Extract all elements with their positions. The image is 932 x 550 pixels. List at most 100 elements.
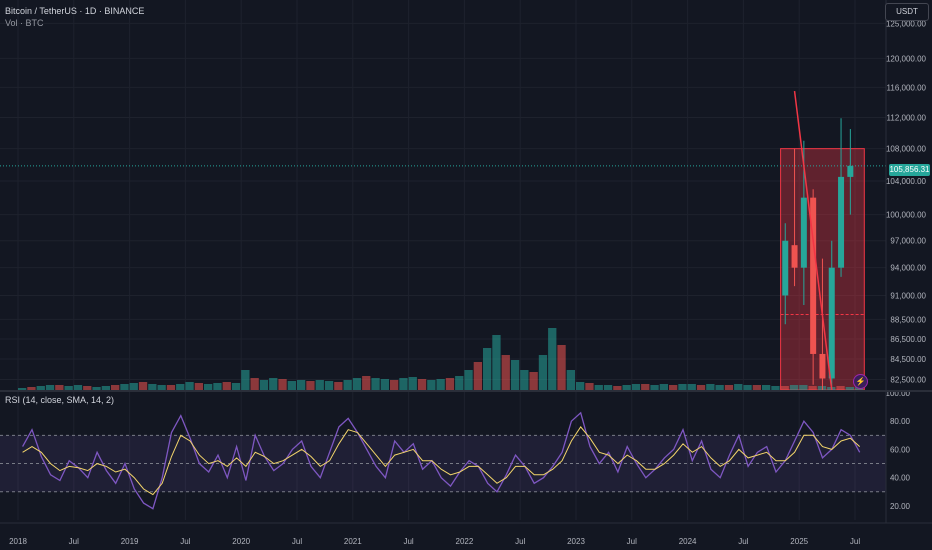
- x-tick-label: 2018: [9, 537, 27, 546]
- volume-bar: [789, 385, 799, 390]
- volume-bar: [836, 386, 845, 390]
- x-tick-label: Jul: [403, 537, 413, 546]
- volume-bar: [650, 385, 659, 390]
- volume-bar: [566, 370, 575, 390]
- x-tick-label: 2022: [456, 537, 474, 546]
- volume-bar: [743, 385, 752, 390]
- volume-bar: [213, 383, 222, 390]
- price-tick-label: 108,000.00: [886, 145, 927, 154]
- x-tick-label: 2020: [232, 537, 250, 546]
- rsi-tick-label: 40.00: [890, 474, 911, 483]
- volume-bar: [83, 386, 92, 390]
- volume-bar: [287, 381, 296, 390]
- volume-bar: [334, 382, 343, 390]
- volume-bar: [510, 360, 520, 390]
- volume-bar: [696, 385, 706, 390]
- volume-bar: [483, 348, 492, 390]
- volume-bar: [464, 370, 473, 390]
- x-tick-label: Jul: [850, 537, 860, 546]
- candle-body: [828, 267, 835, 379]
- volume-bar: [64, 386, 73, 390]
- symbol-title[interactable]: Bitcoin / TetherUS · 1D · BINANCE: [5, 5, 144, 17]
- volume-bar: [45, 385, 55, 390]
- price-candles: [0, 118, 886, 390]
- volume-bar: [371, 378, 380, 390]
- volume-bar: [55, 385, 64, 390]
- symbol-legend[interactable]: Bitcoin / TetherUS · 1D · BINANCE Vol · …: [5, 5, 144, 29]
- x-tick-label: Jul: [738, 537, 748, 546]
- rsi-pane: [0, 411, 886, 510]
- volume-bar: [641, 384, 650, 390]
- volume-bar: [148, 384, 157, 390]
- volume-bar: [734, 384, 743, 390]
- price-tick-label: 86,500.00: [890, 335, 926, 344]
- volume-bar: [390, 380, 399, 390]
- volume-bar: [715, 385, 724, 390]
- volume-bar: [492, 335, 501, 390]
- last-price-tag: 105,856.31: [889, 164, 930, 176]
- volume-bar: [129, 383, 138, 390]
- volume-bar: [306, 381, 315, 390]
- volume-legend[interactable]: Vol · BTC: [5, 17, 144, 29]
- volume-bar: [808, 386, 817, 390]
- volume-bar: [631, 384, 641, 390]
- volume-bar: [845, 387, 854, 390]
- price-tick-label: 97,000.00: [890, 237, 926, 246]
- volume-bar: [436, 379, 445, 390]
- candle-body: [819, 353, 826, 379]
- volume-bar: [706, 384, 715, 390]
- volume-bar: [380, 379, 389, 390]
- volume-bar: [520, 370, 529, 390]
- volume-bar: [557, 345, 566, 390]
- x-tick-label: Jul: [69, 537, 79, 546]
- volume-bar: [724, 385, 734, 390]
- volume-bar: [231, 383, 241, 390]
- volume-bar: [176, 384, 185, 390]
- volume-bar: [36, 386, 45, 390]
- volume-bar: [669, 385, 678, 390]
- volume-bar: [817, 386, 827, 390]
- volume-bar: [585, 383, 594, 390]
- volume-bar: [204, 384, 213, 390]
- x-tick-label: Jul: [180, 537, 190, 546]
- volume-bar: [780, 386, 789, 390]
- volume-bar: [250, 378, 259, 390]
- volume-bar: [445, 378, 455, 390]
- volume-bar: [603, 385, 613, 390]
- price-tick-label: 116,000.00: [887, 83, 927, 92]
- volume-bar: [501, 355, 510, 390]
- x-tick-label: 2023: [567, 537, 585, 546]
- volume-bar: [362, 376, 371, 390]
- price-tick-label: 104,000.00: [886, 177, 927, 186]
- price-tick-label: 91,000.00: [890, 291, 926, 300]
- price-tick-label: 112,000.00: [887, 113, 927, 122]
- volume-bar: [687, 384, 696, 390]
- rsi-tick-label: 60.00: [890, 445, 911, 454]
- volume-bar: [538, 355, 548, 390]
- volume-bar: [455, 376, 464, 390]
- x-tick-label: 2019: [121, 537, 139, 546]
- volume-bar: [101, 386, 110, 390]
- volume-bar: [259, 380, 269, 390]
- rsi-legend[interactable]: RSI (14, close, SMA, 14, 2): [5, 395, 114, 405]
- volume-bar: [659, 384, 668, 390]
- currency-button[interactable]: USDT: [885, 3, 929, 21]
- volume-bar: [222, 382, 231, 390]
- volume-bar: [324, 381, 334, 390]
- volume-bar: [194, 383, 203, 390]
- price-tick-label: 100,000.00: [886, 211, 927, 220]
- volume-bar: [622, 385, 631, 390]
- price-tick-label: 120,000.00: [886, 54, 927, 63]
- volume-bar: [92, 387, 101, 390]
- x-tick-label: Jul: [515, 537, 525, 546]
- flash-icon[interactable]: ⚡: [853, 374, 868, 389]
- candle-body: [847, 165, 854, 177]
- volume-bar: [157, 385, 166, 390]
- chart-canvas[interactable]: 2018 Jul 2019 Jul 2020 Jul 2021 Jul 2022 Jul 2023 J…: [0, 0, 932, 550]
- volume-bar: [771, 386, 780, 390]
- x-tick-label: Jul: [292, 537, 302, 546]
- price-tick-label: 94,000.00: [890, 264, 926, 273]
- price-tick-label: 84,500.00: [890, 355, 926, 364]
- volume-bar: [752, 385, 761, 390]
- volume-bar: [138, 382, 148, 390]
